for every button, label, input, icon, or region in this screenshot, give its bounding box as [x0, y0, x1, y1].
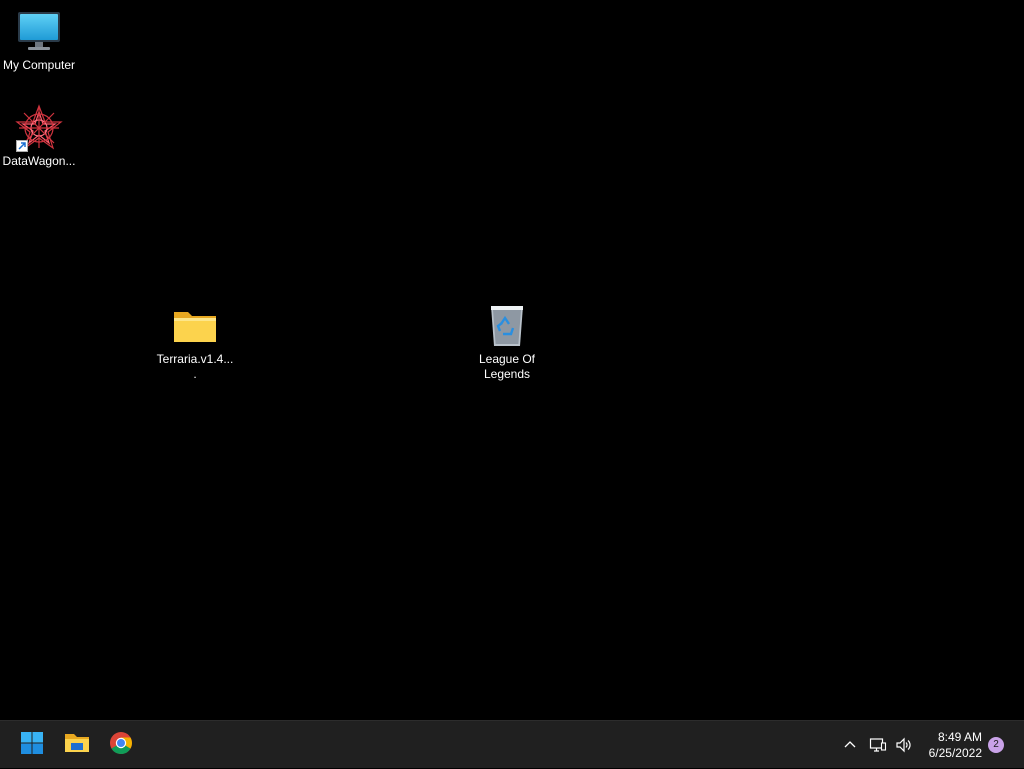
clock-time: 8:49 AM [937, 730, 982, 744]
clock-date: 6/25/2022 [928, 746, 982, 760]
notification-badge[interactable]: 2 [988, 737, 1004, 753]
chrome-icon [109, 731, 133, 760]
chrome-button[interactable] [101, 725, 141, 765]
desktop-icon-league-of-legends[interactable]: League Of Legends [467, 302, 547, 382]
network-icon[interactable] [866, 733, 890, 757]
start-button[interactable] [12, 725, 52, 765]
desktop-icon-label: My Computer [2, 58, 76, 72]
file-explorer-icon [64, 731, 90, 760]
desktop-icon-terraria-folder[interactable]: Terraria.v1.4.... [155, 302, 235, 382]
desktop-icon-my-computer[interactable]: My Computer [0, 8, 79, 73]
windows-start-icon [20, 731, 44, 760]
desktop[interactable]: My Computer DataWagon... Terraria.v1.4..… [0, 0, 1024, 720]
chevron-up-icon[interactable] [838, 733, 862, 757]
file-explorer-button[interactable] [57, 725, 97, 765]
desktop-icon-label: League Of Legends [478, 352, 536, 381]
monitor-icon [15, 8, 63, 56]
shortcut-arrow-icon [16, 140, 28, 152]
system-tray [838, 721, 916, 769]
desktop-icon-label: DataWagon... [2, 154, 76, 168]
clock[interactable]: 8:49 AM 6/25/2022 [912, 729, 982, 761]
folder-icon [171, 302, 219, 350]
datawagon-icon [15, 104, 63, 152]
desktop-icon-datawagon[interactable]: DataWagon... [0, 104, 79, 169]
taskbar: 8:49 AM 6/25/2022 2 [0, 720, 1024, 768]
desktop-icon-label: Terraria.v1.4.... [156, 352, 234, 381]
recycle-bin-icon [483, 302, 531, 350]
